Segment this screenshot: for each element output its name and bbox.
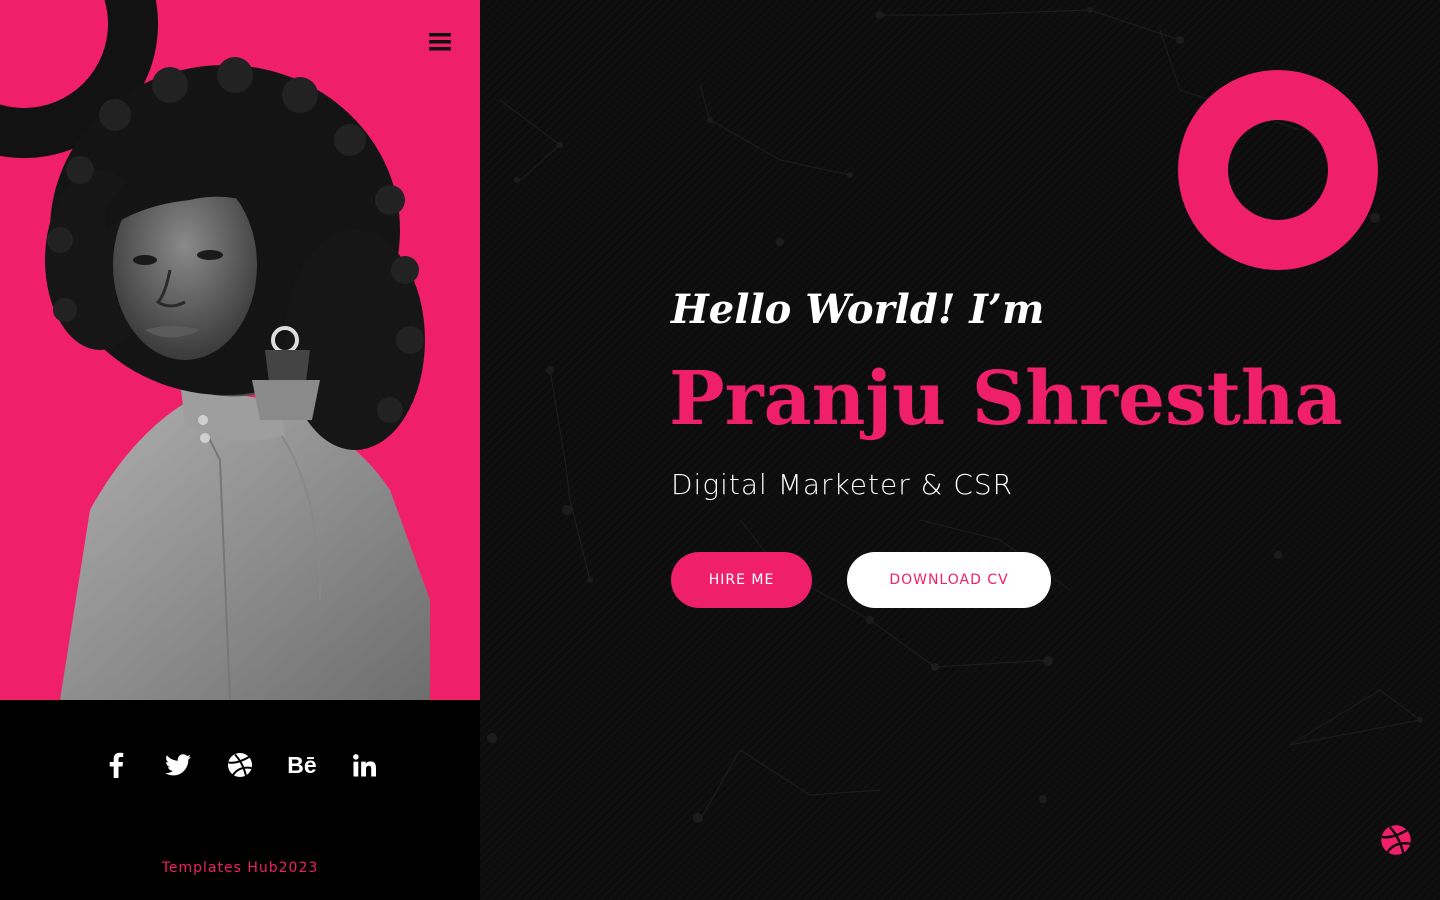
decorative-ring-large	[1178, 70, 1378, 270]
left-panel: Bē Templates Hub2023	[0, 0, 480, 900]
facebook-icon	[109, 752, 124, 778]
footer-credit: Templates Hub2023	[161, 860, 319, 876]
download-cv-button[interactable]: DOWNLOAD CV	[847, 552, 1051, 608]
hamburger-menu-icon	[429, 33, 451, 51]
twitter-icon	[165, 754, 191, 776]
floating-dribbble-button[interactable]	[1380, 824, 1412, 856]
behance-icon: Bē	[287, 751, 317, 778]
linkedin-icon	[352, 753, 376, 777]
hire-me-button[interactable]: HIRE ME	[671, 552, 812, 608]
hero-section: Hello World! I’m Pranju Shrestha Digital…	[480, 0, 1440, 900]
linkedin-link[interactable]	[348, 749, 380, 781]
hero-greeting: Hello World! I’m	[671, 286, 1045, 333]
hero-name: Pranju Shrestha	[669, 356, 1343, 442]
social-links: Bē	[0, 740, 480, 790]
hamburger-menu-button[interactable]	[426, 28, 454, 56]
profile-portrait	[45, 57, 430, 700]
profile-photo-area	[0, 0, 480, 700]
facebook-link[interactable]	[100, 749, 132, 781]
dribbble-icon	[1381, 825, 1411, 855]
hero-role: Digital Marketer & CSR	[671, 468, 1014, 501]
dribbble-icon	[228, 753, 252, 777]
twitter-link[interactable]	[162, 749, 194, 781]
behance-link[interactable]: Bē	[286, 749, 318, 781]
dribbble-link[interactable]	[224, 749, 256, 781]
